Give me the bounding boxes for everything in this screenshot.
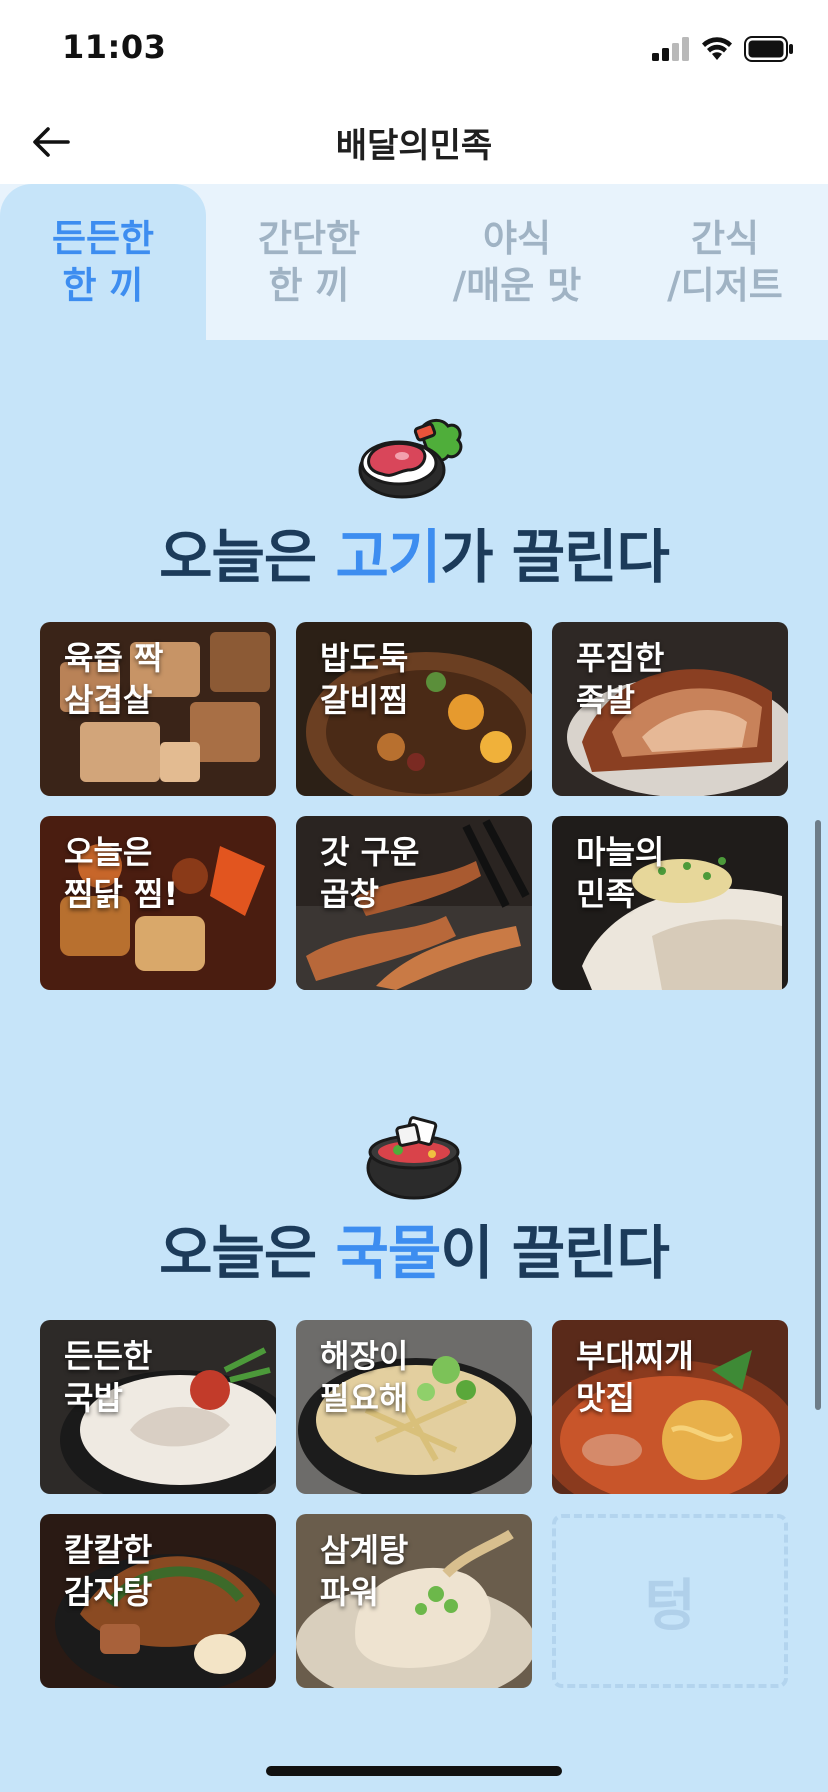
title-highlight: 고기 bbox=[335, 523, 441, 591]
title-highlight: 국물 bbox=[335, 1219, 441, 1287]
card-label: 칼칼한 감자탕 bbox=[64, 1531, 153, 1611]
nav-bar: 배달의민족 bbox=[0, 100, 828, 184]
tab-late-night-spicy[interactable]: 야식 /매운 맛 bbox=[412, 184, 622, 340]
card-label: 육즙 짝 삼겹살 bbox=[64, 639, 164, 719]
empty-card-text: 텅 bbox=[644, 1573, 696, 1639]
card-label: 삼계탕 파워 bbox=[320, 1531, 409, 1611]
menu-card-jjimdak[interactable]: 오늘은 찜닭 찜! bbox=[40, 816, 276, 990]
menu-card-samgyetang[interactable]: 삼계탕 파워 bbox=[296, 1514, 532, 1688]
card-label: 해장이 필요해 bbox=[320, 1337, 409, 1417]
stew-pot-icon bbox=[362, 1108, 466, 1208]
menu-card-budaejjigae[interactable]: 부대찌개 맛집 bbox=[552, 1320, 788, 1494]
signal-icon bbox=[652, 37, 689, 61]
category-tabs: 든든한 한 끼 간단한 한 끼 야식 /매운 맛 간식 /디저트 bbox=[0, 184, 828, 340]
tab-snack-dessert[interactable]: 간식 /디저트 bbox=[622, 184, 828, 340]
menu-card-garlic[interactable]: 마늘의 민족 bbox=[552, 816, 788, 990]
status-icons bbox=[652, 34, 794, 64]
page-title: 배달의민족 bbox=[335, 126, 493, 166]
title-suffix: 가 끌린다 bbox=[440, 523, 670, 591]
title-suffix: 이 끌린다 bbox=[440, 1219, 670, 1287]
menu-card-samgyeopsal[interactable]: 육즙 짝 삼겹살 bbox=[40, 622, 276, 796]
card-label: 푸짐한 족발 bbox=[576, 639, 665, 719]
tab-simple-meal[interactable]: 간단한 한 끼 bbox=[206, 184, 412, 340]
card-label: 오늘은 찜닭 찜! bbox=[64, 833, 179, 913]
card-label: 부대찌개 맛집 bbox=[576, 1337, 694, 1417]
section-title-meat: 오늘은 고기가 끌린다 bbox=[0, 510, 828, 594]
section-title-soup: 오늘은 국물이 끌린다 bbox=[0, 1206, 828, 1290]
card-label: 갓 구운 곱창 bbox=[320, 833, 420, 913]
empty-card-placeholder: 텅 bbox=[552, 1514, 788, 1688]
title-prefix: 오늘은 bbox=[159, 1219, 336, 1287]
menu-card-gamjatang[interactable]: 칼칼한 감자탕 bbox=[40, 1514, 276, 1688]
menu-card-galbijjim[interactable]: 밥도둑 갈비찜 bbox=[296, 622, 532, 796]
home-indicator[interactable] bbox=[266, 1766, 562, 1776]
status-bar: 11:03 bbox=[0, 0, 828, 100]
card-label: 밥도둑 갈비찜 bbox=[320, 639, 409, 719]
menu-card-jokbal[interactable]: 푸짐한 족발 bbox=[552, 622, 788, 796]
card-label: 마늘의 민족 bbox=[576, 833, 665, 913]
tab-hearty-meal[interactable]: 든든한 한 끼 bbox=[0, 184, 206, 340]
menu-card-gukbap[interactable]: 든든한 국밥 bbox=[40, 1320, 276, 1494]
scrollbar[interactable] bbox=[815, 820, 821, 1410]
card-label: 든든한 국밥 bbox=[64, 1337, 153, 1417]
steak-icon bbox=[356, 412, 468, 510]
wifi-icon bbox=[702, 37, 732, 60]
title-prefix: 오늘은 bbox=[159, 523, 336, 591]
status-time: 11:03 bbox=[62, 28, 167, 66]
battery-icon bbox=[744, 36, 793, 62]
menu-card-haejang[interactable]: 해장이 필요해 bbox=[296, 1320, 532, 1494]
menu-card-gopchang[interactable]: 갓 구운 곱창 bbox=[296, 816, 532, 990]
